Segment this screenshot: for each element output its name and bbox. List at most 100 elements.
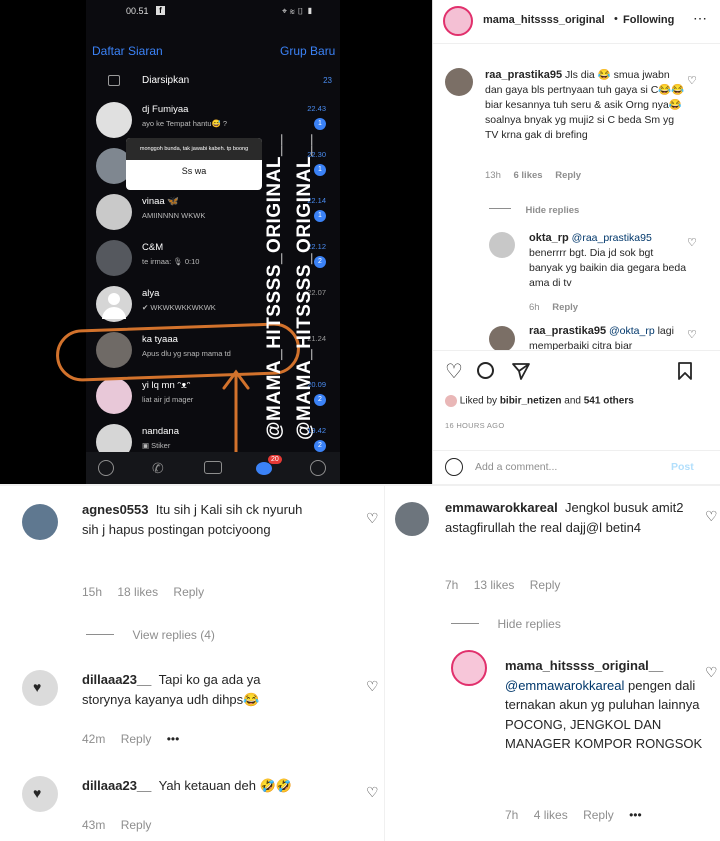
unread-badge: 2 [314, 440, 326, 452]
reply-body: mama_hitssss_original__ @emmawarokkareal… [505, 656, 705, 754]
comment-icon[interactable] [477, 362, 494, 379]
reply-button[interactable]: Reply [121, 818, 152, 832]
popup-question: monggoh bunda, tak jawabi kabeh. tp boon… [126, 138, 262, 160]
comment-username[interactable]: emmawarokkareal [445, 500, 558, 515]
reply-username[interactable]: mama_hitssss_original__ [505, 658, 663, 673]
avatar[interactable]: ♥ [22, 670, 58, 706]
share-icon[interactable] [511, 361, 531, 381]
status-time: 00.51 [126, 6, 149, 16]
chat-icon[interactable] [256, 462, 272, 475]
comment-username[interactable]: agnes0553 [82, 502, 149, 517]
chat-preview: AMIINNNN WKWK [142, 211, 206, 220]
comment-likes[interactable]: 18 likes [117, 585, 158, 599]
avatar[interactable] [395, 502, 429, 536]
reply-button[interactable]: Reply [530, 578, 561, 592]
comment-time: 15h [82, 585, 103, 599]
reply-button[interactable]: Reply [583, 808, 614, 822]
avatar[interactable] [22, 504, 58, 540]
camera-icon[interactable] [204, 461, 222, 474]
reply-button[interactable]: Reply [552, 302, 578, 313]
more-options-icon[interactable]: ⋯ [693, 10, 707, 27]
watermark-text: @MAMA_HITSSSS_ORIGINAL__ [264, 133, 285, 440]
wa-bottom-nav: ✆ 20 [86, 452, 340, 484]
comment-likes[interactable]: 13 likes [474, 578, 515, 592]
heart-icon[interactable]: ♡ [366, 510, 379, 527]
comment-username[interactable]: raa_prastika95 [485, 69, 562, 81]
reply-mention[interactable]: @emmawarokkareal [505, 678, 624, 693]
reply-username[interactable]: okta_rp [529, 232, 569, 244]
comment-body: dillaaa23__ Tapi ko ga ada ya storynya k… [82, 670, 312, 710]
avatar[interactable] [445, 68, 473, 96]
liked-by-user[interactable]: bibir_netizen [500, 396, 562, 407]
emoji-icon[interactable] [445, 458, 463, 476]
hide-replies[interactable]: Hide replies [489, 200, 579, 218]
heart-icon[interactable]: ♡ [687, 328, 697, 341]
following-button[interactable]: Following [623, 14, 674, 26]
comment-input[interactable]: Add a comment... [475, 461, 557, 473]
reply-button[interactable]: Reply [555, 170, 581, 181]
chat-name: alya [142, 288, 160, 299]
status-bar: 00.51 f ⌖ ≋ ▯ ▮ [86, 6, 340, 20]
comment-text: Yah ketauan deh 🤣🤣 [158, 778, 292, 793]
comments-right: emmawarokkareal Jengkol busuk amit2 asta… [384, 486, 720, 841]
reply-cutoff: raa_prastika95 @okta_rp lagi memperbaiki… [433, 322, 720, 350]
comment-body: dillaaa23__ Yah ketauan deh 🤣🤣 [82, 776, 352, 796]
status-icons: ⌖ ≋ ▯ ▮ [282, 6, 314, 16]
heart-icon[interactable]: ♡ [687, 236, 697, 249]
comment-username[interactable]: dillaaa23__ [82, 778, 151, 793]
status-icon[interactable] [98, 460, 114, 476]
reply-mention[interactable]: @okta_rp [609, 325, 655, 337]
avatar[interactable] [489, 232, 515, 258]
heart-icon[interactable]: ♡ [705, 508, 718, 525]
reply-username[interactable]: raa_prastika95 [529, 325, 606, 337]
reply-body: okta_rp @raa_prastika95 benerrrr bgt. Di… [529, 231, 689, 291]
view-replies-label: View replies (4) [132, 628, 215, 642]
comment-meta: 15h 18 likes Reply [82, 585, 204, 599]
heart-icon[interactable]: ♡ [366, 784, 379, 801]
liked-by-and: and [564, 395, 581, 407]
view-replies[interactable]: View replies (4) [86, 626, 215, 644]
divider-line [451, 623, 479, 625]
settings-icon[interactable] [310, 460, 326, 476]
default-avatar-head [108, 293, 120, 305]
reply-likes[interactable]: 4 likes [534, 808, 568, 822]
chat-time: 22.43 [307, 104, 326, 113]
avatar[interactable] [445, 395, 457, 407]
more-options-icon[interactable]: ••• [167, 732, 180, 746]
comment-time: 42m [82, 732, 106, 746]
hide-replies[interactable]: Hide replies [451, 615, 561, 633]
avatar[interactable] [489, 326, 515, 350]
chat-preview: liat air jd mager [142, 395, 194, 404]
heart-icon[interactable]: ♡ [705, 664, 718, 681]
liked-by-others[interactable]: 541 others [584, 396, 634, 407]
reply-button[interactable]: Reply [121, 732, 152, 746]
reply-mention[interactable]: @raa_prastika95 [572, 232, 652, 244]
post-date: 16 HOURS AGO [445, 421, 505, 430]
comment-username[interactable]: dillaaa23__ [82, 672, 151, 687]
post-author-username[interactable]: mama_hitssss_original [483, 14, 605, 26]
like-heart-icon[interactable]: ♡ [445, 359, 463, 384]
post-header: mama_hitssss_original • Following ⋯ [433, 0, 720, 44]
post-comments-panel: mama_hitssss_original • Following ⋯ raa_… [432, 0, 720, 484]
reply-button[interactable]: Reply [173, 585, 204, 599]
avatar[interactable]: ♥ [22, 776, 58, 812]
chat-preview: te irmaa: 🎙 0:10 [142, 257, 200, 266]
comment-likes[interactable]: 6 likes [514, 170, 543, 181]
post-button[interactable]: Post [671, 461, 694, 473]
call-icon[interactable]: ✆ [152, 460, 164, 477]
divider-line [489, 208, 511, 210]
avatar[interactable] [451, 650, 487, 686]
heart-icon[interactable]: ♡ [366, 678, 379, 695]
archived-row[interactable]: Diarsipkan 23 [86, 72, 340, 92]
more-options-icon[interactable]: ••• [629, 808, 642, 822]
avatar[interactable] [443, 6, 473, 36]
reply-meta: 7h 4 likes Reply ••• [505, 808, 642, 822]
bookmark-icon[interactable] [677, 361, 693, 381]
new-group-link[interactable]: Grup Baru [280, 44, 335, 58]
separator-dot: • [614, 13, 618, 25]
archived-label: Diarsipkan [142, 75, 190, 86]
comment-time: 43m [82, 818, 106, 832]
broadcast-list-link[interactable]: Daftar Siaran [92, 44, 163, 58]
liked-by: Liked by bibir_netizen and 541 others [445, 395, 634, 407]
heart-icon[interactable]: ♡ [687, 74, 697, 87]
